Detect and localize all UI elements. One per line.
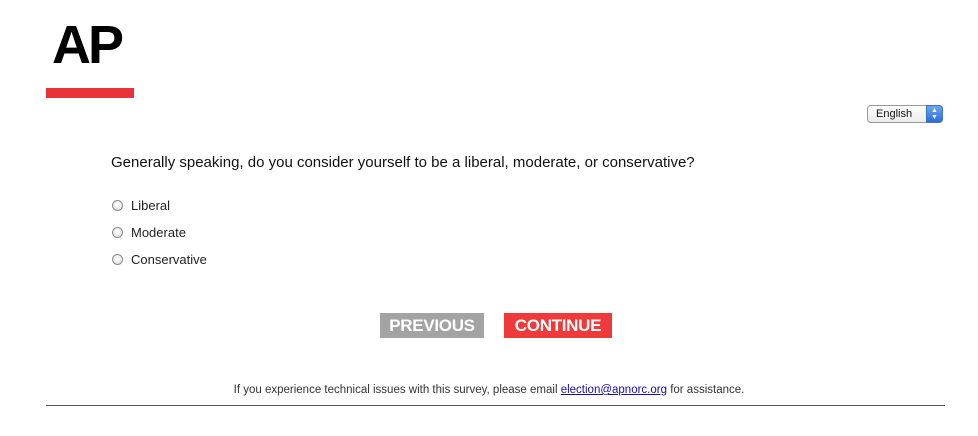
footer-divider [46, 405, 945, 406]
option-conservative[interactable]: Conservative [112, 246, 207, 273]
radio-button[interactable] [112, 254, 123, 265]
support-email-link[interactable]: election@apnorc.org [561, 384, 667, 396]
radio-button[interactable] [112, 200, 123, 211]
logo-accent-bar [46, 88, 134, 98]
radio-button[interactable] [112, 227, 123, 238]
option-label: Moderate [131, 225, 186, 240]
up-down-arrows-icon: ▲ ▼ [926, 105, 943, 123]
footer-text-before: If you experience technical issues with … [233, 384, 561, 396]
previous-button[interactable]: PREVIOUS [380, 313, 484, 338]
footer-help-text: If you experience technical issues with … [0, 384, 978, 396]
answer-options: Liberal Moderate Conservative [112, 192, 207, 273]
option-liberal[interactable]: Liberal [112, 192, 207, 219]
language-select[interactable]: English ▲ ▼ [867, 105, 943, 123]
language-select-value: English [876, 108, 913, 120]
ap-logo: AP [52, 15, 124, 75]
option-moderate[interactable]: Moderate [112, 219, 207, 246]
question-text: Generally speaking, do you consider your… [111, 154, 695, 171]
option-label: Liberal [131, 198, 171, 213]
continue-button[interactable]: CONTINUE [504, 313, 612, 338]
option-label: Conservative [131, 252, 207, 267]
footer-text-after: for assistance. [667, 384, 745, 396]
